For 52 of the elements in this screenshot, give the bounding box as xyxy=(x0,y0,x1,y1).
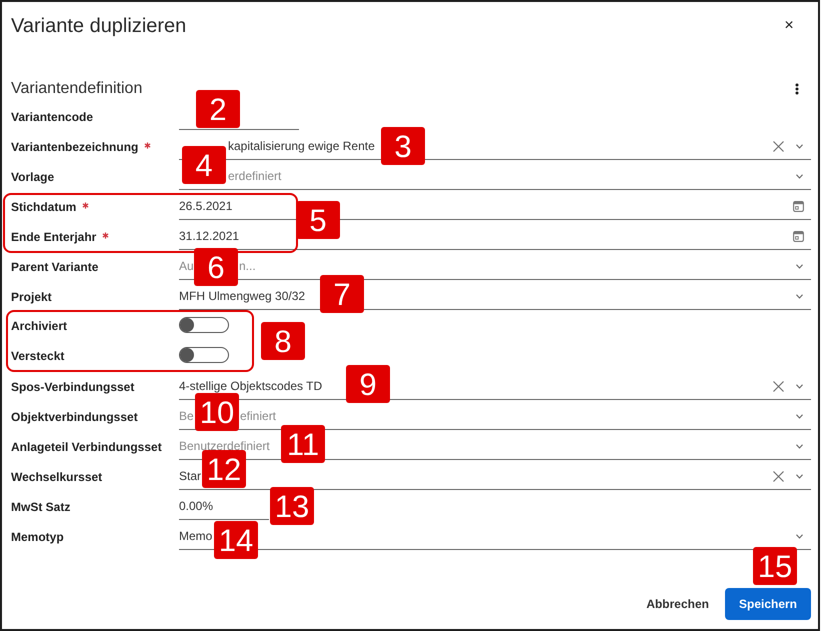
chevron-down-icon[interactable] xyxy=(796,474,803,478)
callout-number: 12 xyxy=(202,450,246,488)
kebab-menu-icon[interactable] xyxy=(795,83,799,95)
callout-number: 2 xyxy=(196,90,240,128)
field-label: Parent Variante xyxy=(11,259,98,276)
callout-number: 13 xyxy=(270,487,314,525)
close-button[interactable]: × xyxy=(781,18,797,34)
field-label: Memotyp xyxy=(11,529,64,546)
clear-icon[interactable] xyxy=(773,140,784,152)
field-label: Versteckt xyxy=(11,348,64,365)
callout-number: 4 xyxy=(182,146,226,184)
chevron-down-icon[interactable] xyxy=(796,414,803,418)
field-label: Archiviert xyxy=(11,318,68,335)
chevron-down-icon[interactable] xyxy=(796,534,803,538)
chevron-down-icon[interactable] xyxy=(796,264,803,268)
field-label: Variantenbezeichnung xyxy=(11,139,138,156)
field-label: Spos-Verbindungsset xyxy=(11,379,134,396)
chevron-down-icon[interactable] xyxy=(796,144,803,148)
calendar-icon[interactable] xyxy=(793,230,804,242)
cancel-button[interactable]: Abbrechen xyxy=(638,588,717,620)
callout-number: 15 xyxy=(753,547,797,585)
chevron-down-icon[interactable] xyxy=(796,444,803,448)
clear-icon[interactable] xyxy=(773,470,784,482)
callout-number: 11 xyxy=(281,425,325,463)
toggle-switch[interactable] xyxy=(179,347,229,363)
callout-number: 8 xyxy=(261,322,305,360)
callout-number: 9 xyxy=(346,365,390,403)
callout-number: 10 xyxy=(195,393,239,431)
input-field[interactable]: 0.00% xyxy=(179,490,269,520)
callout-number: 6 xyxy=(194,248,238,286)
dialog-title: Variante duplizieren xyxy=(11,14,186,38)
callout-number: 14 xyxy=(214,521,258,559)
calendar-icon[interactable] xyxy=(793,200,804,212)
field-label: Vorlage xyxy=(11,169,54,186)
chevron-down-icon[interactable] xyxy=(796,174,803,178)
field-label: Projekt xyxy=(11,289,52,306)
chevron-down-icon[interactable] xyxy=(796,384,803,388)
field-label: Anlageteil Verbindungsset xyxy=(11,439,162,456)
callout-number: 5 xyxy=(296,201,340,239)
field-label: Stichdatum xyxy=(11,199,76,216)
field-label: Variantencode xyxy=(11,109,94,126)
section-title: Variantendefinition xyxy=(11,79,142,99)
field-label: Objektverbindungsset xyxy=(11,409,138,426)
field-label: MwSt Satz xyxy=(11,499,70,516)
chevron-down-icon[interactable] xyxy=(796,294,803,298)
clear-icon[interactable] xyxy=(773,380,784,392)
field-label: Ende Enterjahr xyxy=(11,229,96,246)
toggle-switch[interactable] xyxy=(179,317,229,333)
save-button[interactable]: Speichern xyxy=(725,588,811,620)
callout-number: 7 xyxy=(320,275,364,313)
callout-number: 3 xyxy=(381,127,425,165)
field-label: Wechselkursset xyxy=(11,469,102,486)
